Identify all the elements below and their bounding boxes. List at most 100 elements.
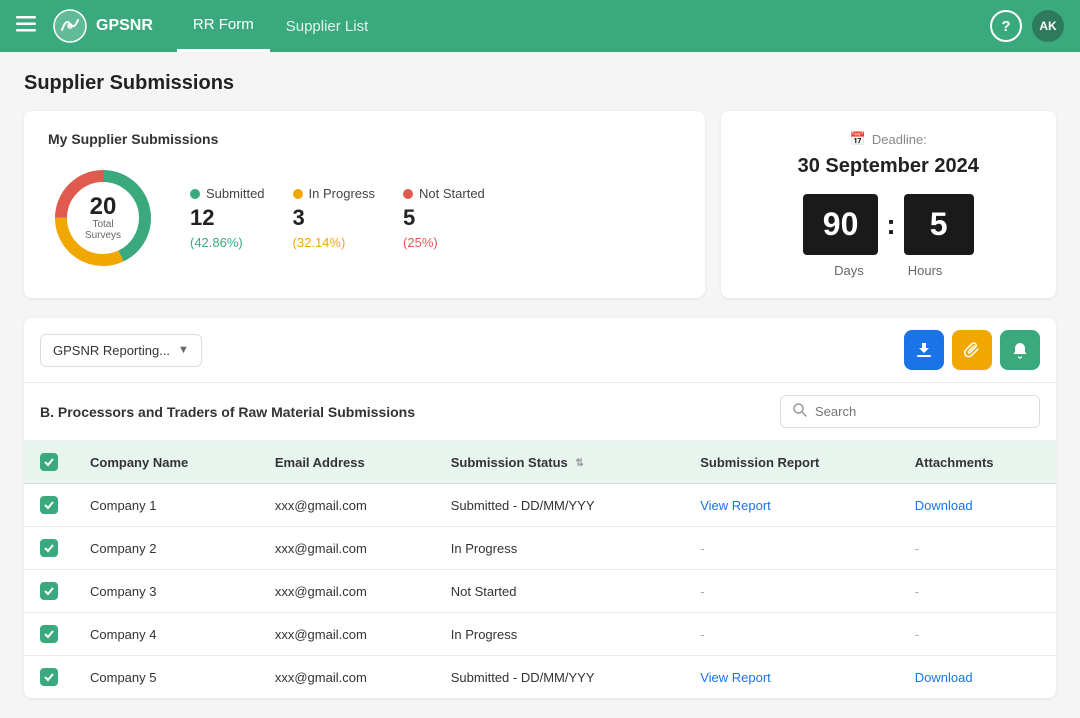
avatar[interactable]: AK [1032,10,1064,42]
select-all-header [24,441,74,484]
row-checkbox-cell [24,613,74,656]
logo: GPSNR [52,8,153,44]
submitted-pct: (42.86%) [190,235,265,250]
report-dash: - [700,627,704,642]
row-checkbox[interactable] [40,668,58,686]
view-report-link[interactable]: View Report [700,670,771,685]
row-checkbox-cell [24,570,74,613]
table-row: Company 5xxx@gmail.comSubmitted - DD/MM/… [24,656,1056,699]
table-row: Company 4xxx@gmail.comIn Progress-- [24,613,1056,656]
download-link[interactable]: Download [915,498,973,513]
attachment-dash: - [915,627,919,642]
col-report: Submission Report [684,441,899,484]
section-heading: B. Processors and Traders of Raw Materia… [40,404,780,420]
menu-icon[interactable] [16,16,36,37]
total-surveys-label: Total Surveys [76,219,131,241]
cell-attachment[interactable]: Download [899,656,1056,699]
row-checkbox[interactable] [40,582,58,600]
cell-attachment[interactable]: Download [899,484,1056,527]
deadline-header: 📅 Deadline: [745,131,1033,147]
donut-center: 20 Total Surveys [76,195,131,241]
table-row: Company 2xxx@gmail.comIn Progress-- [24,527,1056,570]
logo-text: GPSNR [96,17,153,35]
col-status: Submission Status ⇅ [435,441,684,484]
attachment-button[interactable] [952,330,992,370]
cell-status: In Progress [435,613,684,656]
row-checkbox-cell [24,527,74,570]
cell-attachment: - [899,570,1056,613]
view-report-link[interactable]: View Report [700,498,771,513]
cell-status: Not Started [435,570,684,613]
attachment-dash: - [915,541,919,556]
app-header: GPSNR RR Form Supplier List ? AK [0,0,1080,52]
cell-report[interactable]: View Report [684,484,899,527]
help-button[interactable]: ? [990,10,1022,42]
cell-report: - [684,570,899,613]
download-link[interactable]: Download [915,670,973,685]
toolbar-right [904,330,1040,370]
section-header-row: B. Processors and Traders of Raw Materia… [24,383,1056,441]
chevron-down-icon: ▼ [178,344,189,356]
hours-label: Hours [908,263,943,278]
cell-status: Submitted - DD/MM/YYY [435,484,684,527]
search-box[interactable] [780,395,1040,428]
page-title: Supplier Submissions [24,72,1056,95]
cell-email: xxx@gmail.com [259,527,435,570]
countdown-days-box: 90 [803,194,879,255]
main-nav: RR Form Supplier List [177,0,384,52]
cell-status: In Progress [435,527,684,570]
col-company-name: Company Name [74,441,259,484]
reporting-dropdown[interactable]: GPSNR Reporting... ▼ [40,334,202,367]
cell-email: xxx@gmail.com [259,613,435,656]
row-checkbox[interactable] [40,539,58,557]
cell-email: xxx@gmail.com [259,656,435,699]
select-all-checkbox[interactable] [40,453,58,471]
cell-status: Submitted - DD/MM/YYY [435,656,684,699]
cell-report[interactable]: View Report [684,656,899,699]
not-started-pct: (25%) [403,235,485,250]
cell-company: Company 1 [74,484,259,527]
nav-tab-rr-form[interactable]: RR Form [177,0,270,52]
stats-row: 20 Total Surveys Submitted 12 (42.86%) [48,163,681,273]
cell-email: xxx@gmail.com [259,570,435,613]
submitted-label: Submitted [206,186,265,201]
table-header-row: Company Name Email Address Submission St… [24,441,1056,484]
deadline-card: 📅 Deadline: 30 September 2024 90 : 5 Day… [721,111,1057,298]
calendar-icon: 📅 [850,131,866,147]
cell-report: - [684,527,899,570]
legend-in-progress: In Progress 3 (32.14%) [293,186,375,250]
days-label: Days [834,263,864,278]
cell-company: Company 5 [74,656,259,699]
search-input[interactable] [815,404,1027,419]
cell-attachment: - [899,613,1056,656]
table-section: GPSNR Reporting... ▼ [24,318,1056,698]
notification-button[interactable] [1000,330,1040,370]
row-checkbox-cell [24,484,74,527]
col-email: Email Address [259,441,435,484]
donut-chart: 20 Total Surveys [48,163,158,273]
in-progress-label: In Progress [309,186,375,201]
total-surveys-number: 20 [76,195,131,219]
submissions-table: Company Name Email Address Submission St… [24,441,1056,698]
table-row: Company 3xxx@gmail.comNot Started-- [24,570,1056,613]
submissions-card-title: My Supplier Submissions [48,131,681,147]
submitted-value: 12 [190,205,265,231]
not-started-dot [403,189,413,199]
row-checkbox[interactable] [40,625,58,643]
cell-company: Company 3 [74,570,259,613]
cell-company: Company 2 [74,527,259,570]
row-checkbox[interactable] [40,496,58,514]
attachment-dash: - [915,584,919,599]
nav-tab-supplier-list[interactable]: Supplier List [270,2,385,51]
col-attachments: Attachments [899,441,1056,484]
table-body: Company 1xxx@gmail.comSubmitted - DD/MM/… [24,484,1056,699]
table-row: Company 1xxx@gmail.comSubmitted - DD/MM/… [24,484,1056,527]
sort-icon[interactable]: ⇅ [575,458,583,469]
row-checkbox-cell [24,656,74,699]
download-button[interactable] [904,330,944,370]
search-icon [793,403,807,420]
main-content: Supplier Submissions My Supplier Submiss… [0,52,1080,718]
in-progress-value: 3 [293,205,375,231]
table-toolbar: GPSNR Reporting... ▼ [24,318,1056,383]
deadline-label: Deadline: [872,132,927,147]
